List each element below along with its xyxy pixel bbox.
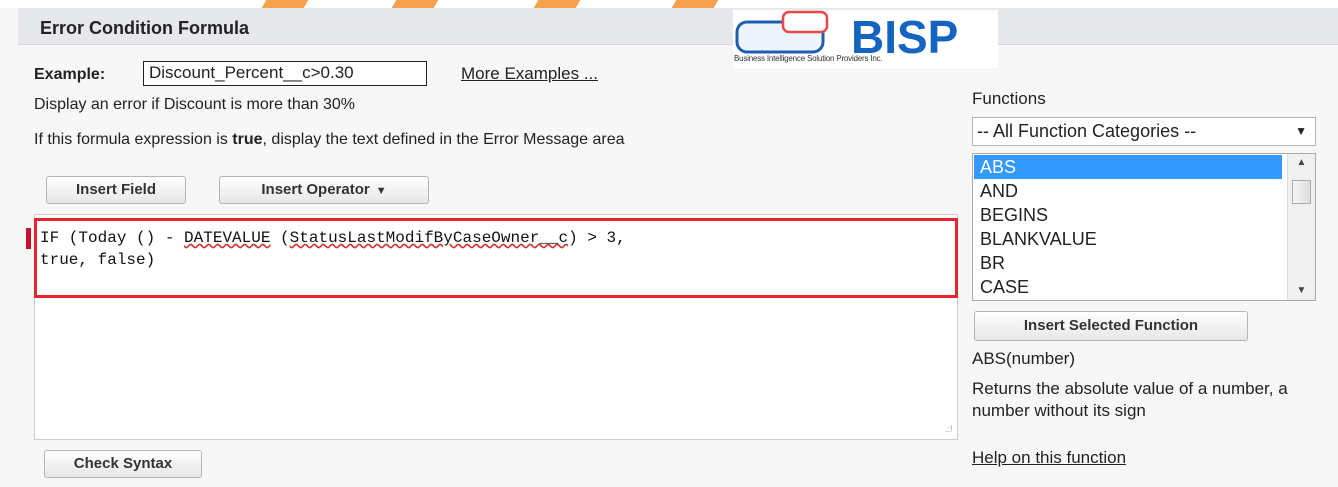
orange-stripe — [671, 0, 727, 8]
function-list-scrollbar[interactable]: ▲ ▼ — [1287, 154, 1315, 300]
scroll-down-arrow-icon[interactable]: ▼ — [1288, 282, 1315, 300]
instructions-text: If this formula expression is true, disp… — [34, 131, 625, 149]
instructions-after: , display the text defined in the Error … — [262, 131, 625, 148]
insert-operator-button[interactable]: Insert Operator ▼ — [219, 176, 429, 204]
function-list-item[interactable]: BR — [974, 251, 1282, 275]
orange-stripe — [533, 0, 589, 8]
check-syntax-label: Check Syntax — [73, 455, 173, 472]
insert-selected-function-button[interactable]: Insert Selected Function — [974, 311, 1248, 341]
example-description: Display an error if Discount is more tha… — [34, 96, 356, 113]
instructions-bold: true — [232, 131, 263, 148]
function-category-value: -- All Function Categories -- — [977, 121, 1197, 141]
required-field-marker — [26, 228, 31, 249]
function-list-item[interactable]: BLANKVALUE — [974, 227, 1282, 251]
example-formula: Discount_Percent__c>0.30 — [143, 61, 427, 86]
function-list-item[interactable]: ABS — [974, 155, 1282, 179]
example-label: Example: — [34, 66, 106, 83]
insert-operator-label: Insert Operator — [261, 181, 370, 198]
bisp-logo: BISP Business Intelligence Solution Prov… — [733, 10, 998, 68]
instructions-before: If this formula expression is — [34, 131, 233, 148]
check-syntax-button[interactable]: Check Syntax — [44, 450, 202, 478]
scroll-up-arrow-icon[interactable]: ▲ — [1288, 154, 1315, 172]
function-signature: ABS(number) — [972, 349, 1075, 368]
insert-field-label: Insert Field — [75, 181, 157, 198]
function-list-item[interactable]: BEGINS — [974, 203, 1282, 227]
orange-stripe — [391, 0, 447, 8]
resize-grip-icon[interactable]: .:! — [945, 424, 953, 434]
functions-label: Functions — [972, 89, 1046, 108]
logo-text: BISP — [851, 11, 958, 56]
section-header: Error Condition Formula — [18, 8, 1338, 45]
scrollbar-thumb[interactable] — [1292, 180, 1311, 204]
insert-selected-function-label: Insert Selected Function — [1023, 317, 1199, 334]
dropdown-caret-icon: ▼ — [375, 185, 387, 197]
chevron-down-icon: ▼ — [1295, 124, 1307, 138]
insert-field-button[interactable]: Insert Field — [46, 176, 186, 204]
orange-stripe — [261, 0, 317, 8]
section-title: Error Condition Formula — [40, 18, 249, 38]
decorative-top-strip — [0, 0, 1338, 8]
function-list-item[interactable]: CASE — [974, 275, 1282, 299]
function-list-item[interactable]: AND — [974, 179, 1282, 203]
function-list[interactable]: ABS AND BEGINS BLANKVALUE BR CASE ▲ ▼ — [972, 153, 1316, 301]
help-on-function-link[interactable]: Help on this function — [972, 448, 1126, 468]
logo-tagline: Business Intelligence Solution Providers… — [734, 54, 883, 63]
bisp-logo-graphic: BISP — [735, 10, 958, 56]
formula-highlight-box — [34, 218, 958, 298]
function-description: Returns the absolute value of a number, … — [972, 379, 1288, 420]
more-examples-link[interactable]: More Examples ... — [461, 64, 598, 84]
function-category-select[interactable]: -- All Function Categories -- ▼ — [972, 117, 1316, 146]
